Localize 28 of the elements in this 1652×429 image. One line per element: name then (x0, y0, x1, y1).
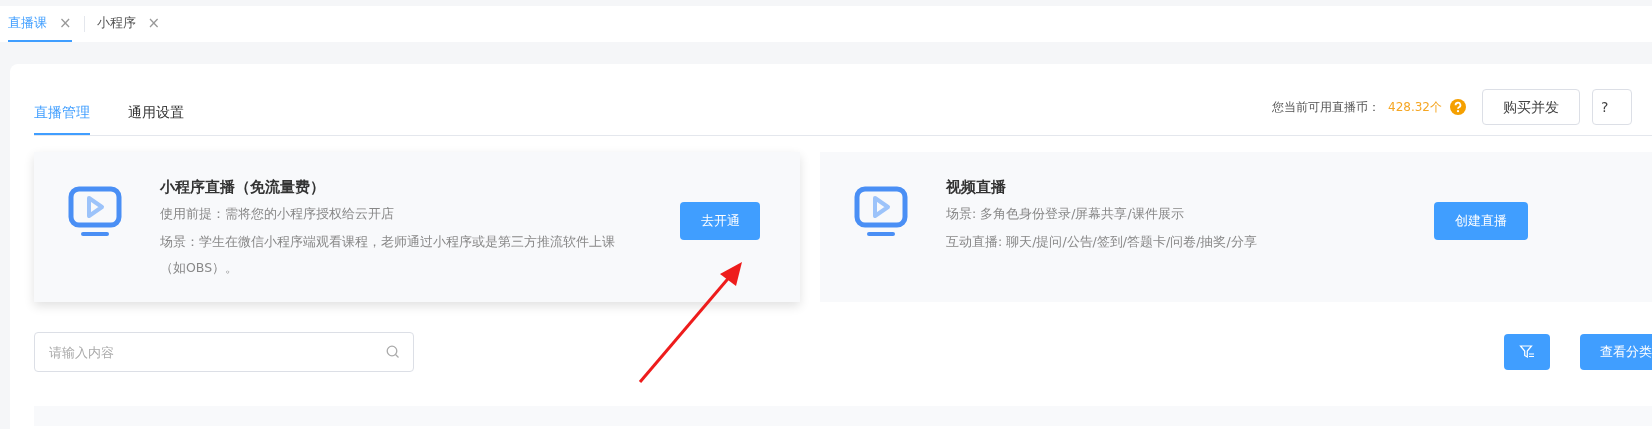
section-tab[interactable]: 直播管理 (34, 102, 90, 135)
filter-button[interactable] (1504, 334, 1550, 370)
search-icon[interactable] (386, 345, 400, 359)
tab-label: 小程序 (96, 14, 136, 33)
page-tab[interactable]: 直播课 × (8, 6, 72, 42)
help-button[interactable]: ? (1592, 89, 1632, 125)
card-description: 互动直播: 聊天/提问/公告/签到/答题卡/问卷/抽奖/分享 (946, 232, 1258, 251)
balance-label: 您当前可用直播币： (1272, 99, 1380, 116)
view-category-button[interactable]: 查看分类 (1580, 334, 1652, 370)
card-title: 小程序直播（免流量费） (160, 177, 326, 198)
card-action-button[interactable]: 去开通 (680, 202, 760, 240)
tab-label: 直播课 (8, 14, 47, 33)
card-action-button[interactable]: 创建直播 (1434, 202, 1528, 240)
filter-icon (1519, 344, 1535, 360)
balance-value: 428.32个 (1388, 99, 1442, 116)
card-description: 场景：学生在微信小程序端观看课程，老师通过小程序或是第三方推流软件上课（如OBS）。 (160, 232, 616, 277)
card-description: 使用前提：需将您的小程序授权给云开店 (160, 204, 395, 223)
card-title: 视频直播 (946, 177, 1007, 198)
card-description: 场景: 多角色身份登录/屏幕共享/课件展示 (946, 204, 1185, 223)
help-icon[interactable] (1450, 99, 1466, 115)
buy-button[interactable]: 购买并发 (1482, 89, 1580, 125)
tv-play-icon (68, 186, 122, 238)
close-icon[interactable]: × (59, 11, 72, 35)
close-icon[interactable]: × (147, 11, 161, 35)
page-tab[interactable]: 小程序 × (96, 6, 161, 42)
section-tab[interactable]: 通用设置 (128, 102, 184, 135)
tv-play-icon (854, 186, 908, 238)
search-field[interactable]: 请输入内容 (34, 332, 414, 372)
